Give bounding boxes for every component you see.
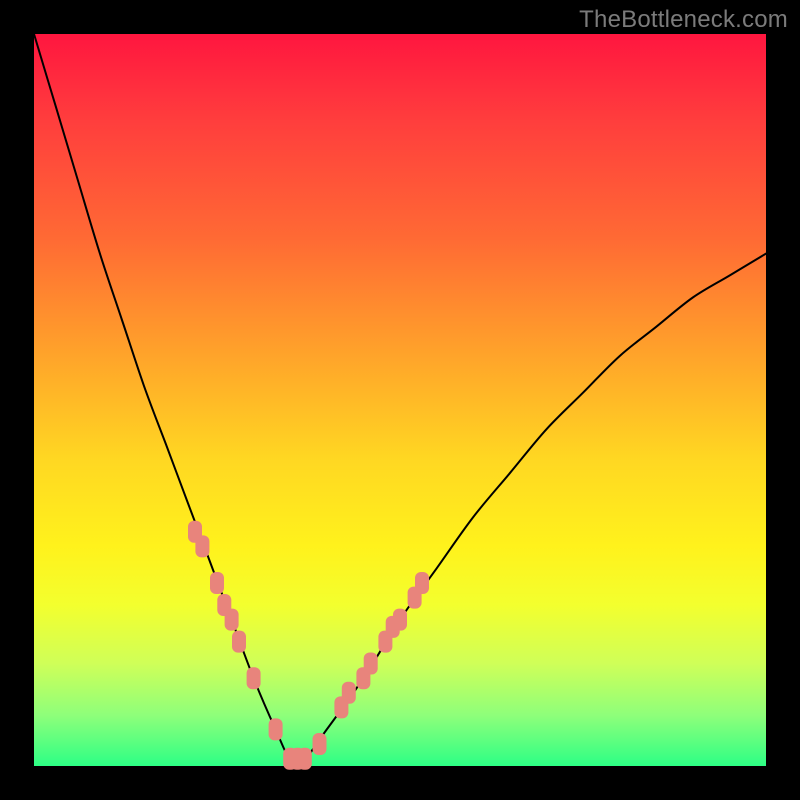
curve-marker (247, 667, 261, 689)
outer-frame: TheBottleneck.com (0, 0, 800, 800)
curve-marker (225, 609, 239, 631)
chart-svg (34, 34, 766, 766)
curve-marker (313, 733, 327, 755)
curve-marker (393, 609, 407, 631)
curve-marker (298, 748, 312, 770)
plot-area (34, 34, 766, 766)
curve-marker (342, 682, 356, 704)
curve-markers (188, 521, 429, 770)
curve-marker (415, 572, 429, 594)
curve-marker (232, 631, 246, 653)
bottleneck-curve (34, 34, 766, 762)
curve-marker (195, 535, 209, 557)
curve-marker (269, 718, 283, 740)
watermark-text: TheBottleneck.com (579, 6, 788, 34)
curve-marker (364, 653, 378, 675)
curve-marker (210, 572, 224, 594)
